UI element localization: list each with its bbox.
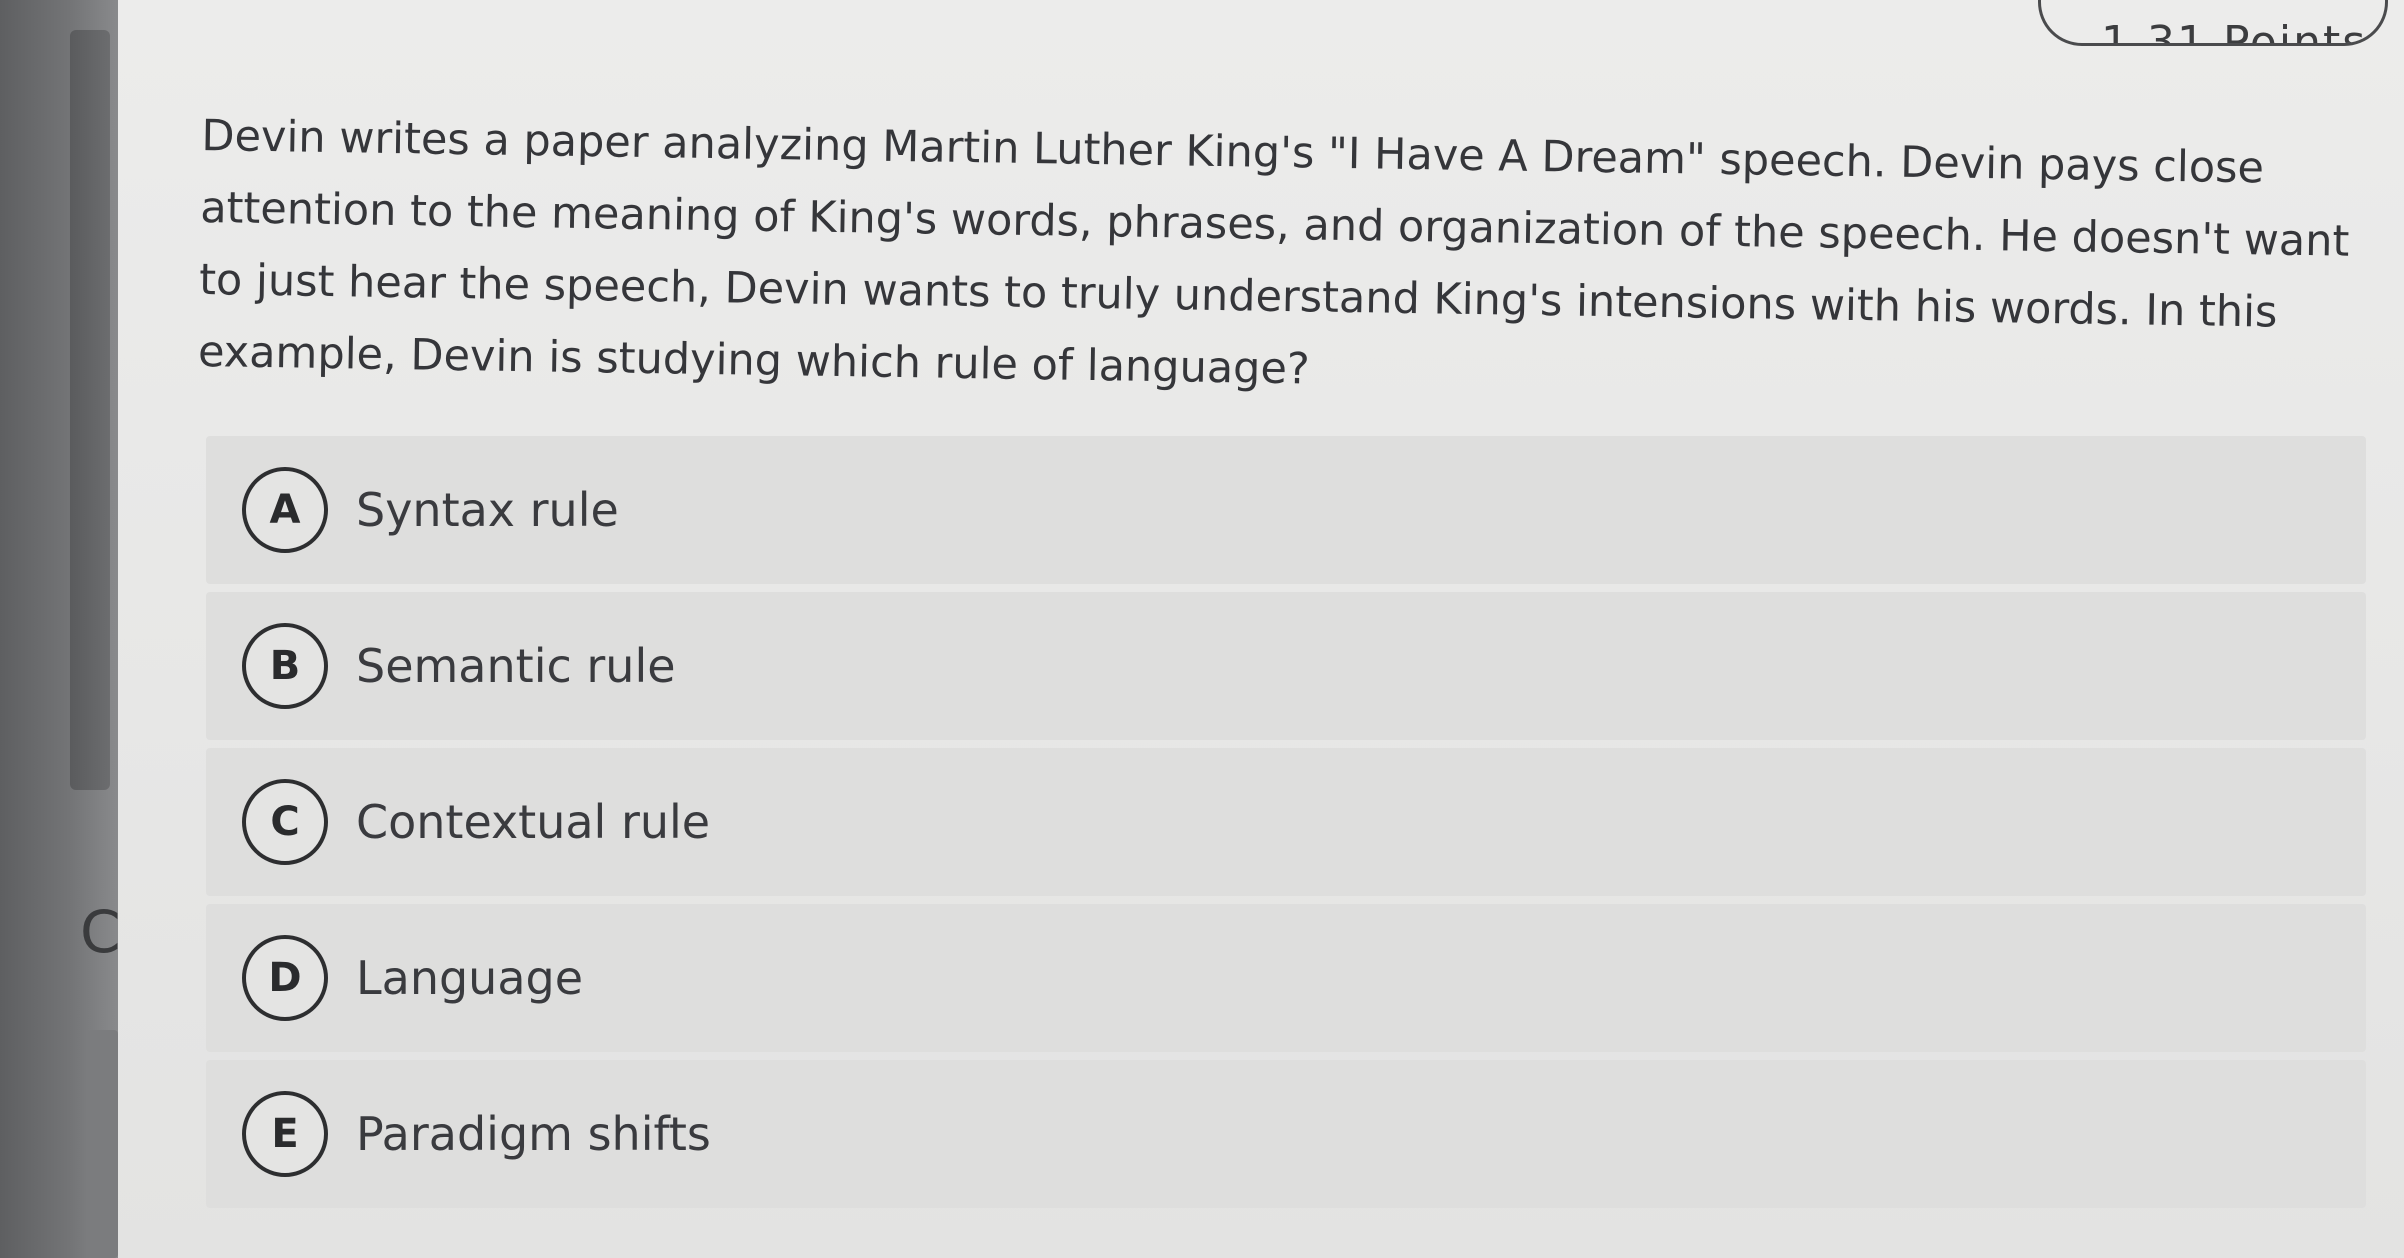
choice-a[interactable]: A Syntax rule bbox=[206, 436, 2366, 584]
points-label: 1.31 Points bbox=[2101, 17, 2368, 46]
choice-label-b: Semantic rule bbox=[356, 639, 676, 693]
choice-label-c: Contextual rule bbox=[356, 795, 711, 849]
answer-choices: A Syntax rule B Semantic rule C Contextu… bbox=[206, 436, 2366, 1216]
choice-label-d: Language bbox=[356, 951, 584, 1005]
left-scroll-strip bbox=[70, 30, 110, 790]
choice-letter-c: C bbox=[242, 779, 328, 865]
left-lower-strip bbox=[88, 1030, 118, 1258]
choice-label-e: Paradigm shifts bbox=[356, 1107, 711, 1161]
question-text: Devin writes a paper analyzing Martin Lu… bbox=[197, 110, 2350, 395]
choice-d[interactable]: D Language bbox=[206, 904, 2366, 1052]
choice-letter-b: B bbox=[242, 623, 328, 709]
choice-label-a: Syntax rule bbox=[356, 483, 619, 537]
choice-letter-a: A bbox=[242, 467, 328, 553]
choice-letter-d: D bbox=[242, 935, 328, 1021]
choice-b[interactable]: B Semantic rule bbox=[206, 592, 2366, 740]
choice-c[interactable]: C Contextual rule bbox=[206, 748, 2366, 896]
points-badge: 1.31 Points bbox=[2038, 0, 2388, 46]
choice-letter-e: E bbox=[242, 1091, 328, 1177]
choice-e[interactable]: E Paradigm shifts bbox=[206, 1060, 2366, 1208]
left-edge-glyph: C bbox=[80, 898, 121, 966]
